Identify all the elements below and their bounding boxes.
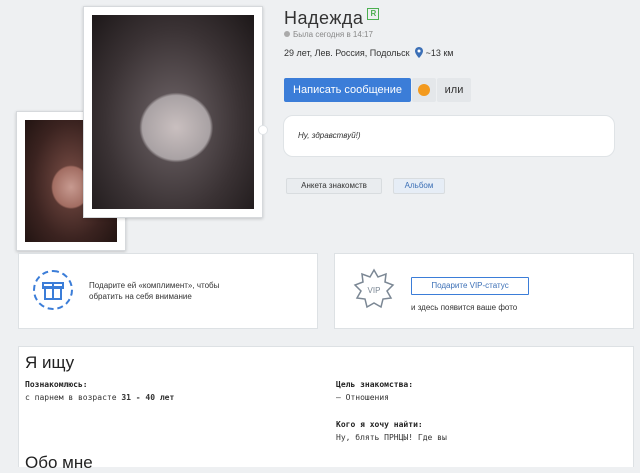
goal-value: — Отношения	[336, 393, 389, 402]
gift-card: Подарите ей «комплимент», чтобы обратить…	[18, 253, 318, 329]
main-profile-photo[interactable]	[83, 6, 263, 218]
last-seen-text: Была сегодня в 14:17	[293, 30, 373, 39]
looking-for-title: Я ищу	[25, 353, 75, 372]
profile-name: Надежда	[284, 8, 364, 28]
vip-status-button[interactable]: Подарите VIP-статус	[411, 277, 529, 295]
vip-caption: и здесь появится ваше фото	[411, 303, 518, 312]
vip-card: VIP Подарите VIP-статус и здесь появится…	[334, 253, 634, 329]
online-status-icon	[284, 31, 290, 37]
profile-details: 29 лет, Лев. Россия, Подольск ~13 км	[284, 47, 504, 60]
vip-badge-icon: VIP	[353, 268, 395, 310]
greeting-bubble[interactable]: Ну, здравствуй!)	[283, 115, 615, 157]
vip-badge-text: VIP	[368, 286, 381, 295]
tab-questionnaire[interactable]: Анкета знакомств	[286, 178, 382, 194]
gift-text-line2: обратить на себя внимание	[89, 292, 192, 301]
meet-value: с парнем в возрасте 31 - 40 лет	[25, 393, 174, 402]
write-message-button[interactable]: Написать сообщение	[284, 78, 411, 102]
location-pin-icon	[415, 47, 424, 60]
last-seen: Была сегодня в 14:17	[284, 30, 373, 39]
gift-text-line1: Подарите ей «комплимент», чтобы	[89, 281, 220, 290]
meet-age-range: 31 - 40 лет	[121, 393, 175, 402]
meet-value-prefix: с парнем в возрасте	[25, 393, 122, 402]
smile-button[interactable]	[412, 78, 436, 102]
greeting-text: Ну, здравствуй!)	[298, 131, 361, 140]
meet-label: Познакомлюсь:	[25, 380, 88, 389]
distance-text: ~13 км	[425, 48, 454, 58]
tab-album[interactable]: Альбом	[393, 178, 445, 194]
or-button[interactable]: или	[437, 78, 471, 102]
about-title: Обо мне	[25, 453, 93, 472]
looking-for-section: Я ищу Познакомлюсь: с парнем в возрасте …	[18, 346, 634, 472]
main-photo-image	[92, 15, 254, 209]
gift-text: Подарите ей «комплимент», чтобы обратить…	[89, 280, 299, 302]
age-location-text: 29 лет, Лев. Россия, Подольск	[284, 48, 410, 58]
bubble-connector-icon	[258, 125, 268, 135]
profile-header: Надежда R	[284, 8, 484, 30]
gift-icon[interactable]	[33, 270, 73, 310]
who-label: Кого я хочу найти:	[336, 420, 423, 429]
goal-label: Цель знакомства:	[336, 380, 414, 389]
verified-badge: R	[367, 8, 380, 20]
who-value: Ну, блять ПРНЦЫ! Где вы	[336, 433, 447, 442]
smile-icon	[418, 84, 430, 96]
